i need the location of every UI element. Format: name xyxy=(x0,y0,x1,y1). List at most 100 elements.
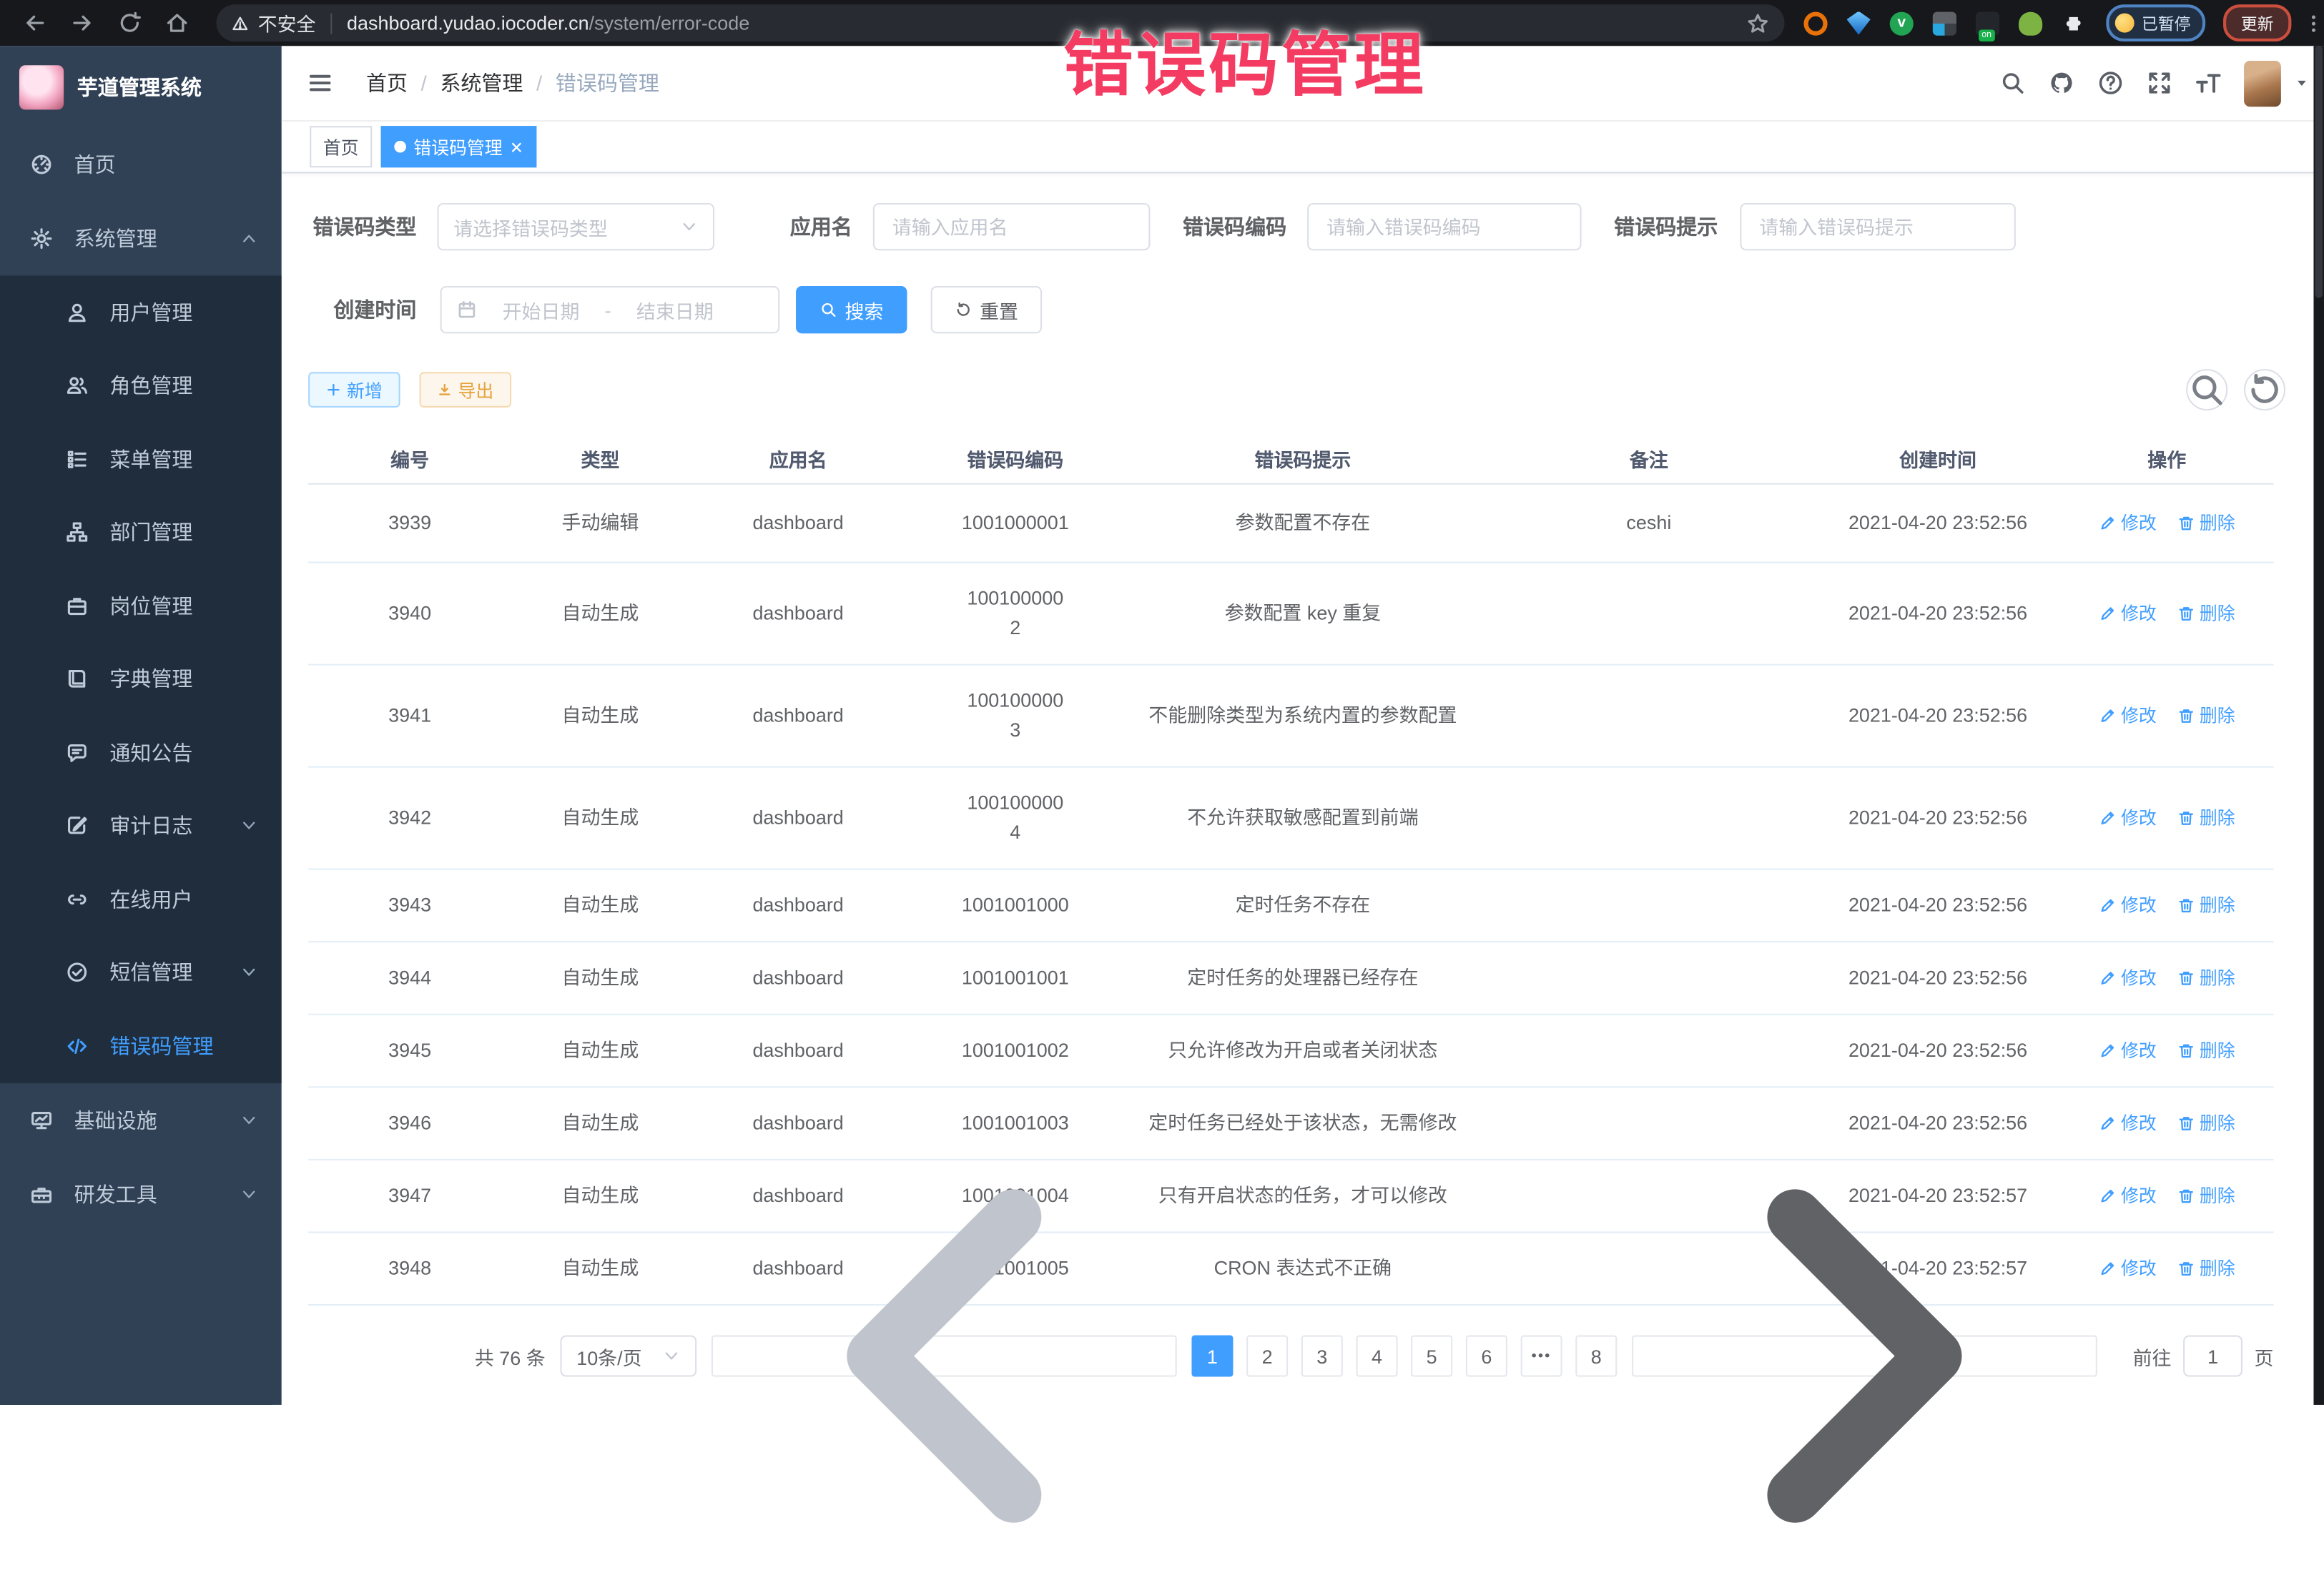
page-button-4[interactable]: 4 xyxy=(1356,1336,1397,1377)
page-button-1[interactable]: 1 xyxy=(1191,1336,1233,1377)
edit-button[interactable]: 修改 xyxy=(2099,1181,2157,1210)
tag-home[interactable]: 首页 xyxy=(310,126,372,167)
delete-button[interactable]: 删除 xyxy=(2177,1181,2235,1210)
sidebar-item-label: 字典管理 xyxy=(109,664,192,694)
page-size-select[interactable]: 10条/页 xyxy=(560,1336,696,1377)
sidebar-item-departments[interactable]: 部门管理 xyxy=(0,495,282,569)
edit-button[interactable]: 修改 xyxy=(2099,701,2157,730)
sidebar-logo-row[interactable]: 芋道管理系统 xyxy=(0,46,282,127)
edit-button[interactable]: 修改 xyxy=(2099,963,2157,992)
refresh-table-button[interactable] xyxy=(2244,369,2285,410)
sidebar-item-menus[interactable]: 菜单管理 xyxy=(0,423,282,496)
export-button[interactable]: 导出 xyxy=(420,372,512,408)
tag-error-code[interactable]: 错误码管理 xyxy=(381,126,537,167)
browser-update-button[interactable]: 更新 xyxy=(2223,4,2291,41)
cell-error-hint: 定时任务已经处于该状态，无需修改 xyxy=(1123,1108,1482,1138)
delete-button[interactable]: 删除 xyxy=(2177,891,2235,920)
extension-icon[interactable]: v xyxy=(1890,11,1914,35)
extension-icon[interactable]: on xyxy=(1976,11,1999,35)
user-avatar[interactable] xyxy=(2244,60,2281,106)
app-name-input[interactable] xyxy=(890,214,1134,240)
delete-button[interactable]: 删除 xyxy=(2177,701,2235,730)
edit-button[interactable]: 修改 xyxy=(2099,891,2157,920)
goto-page-input[interactable] xyxy=(2183,1336,2242,1377)
delete-button[interactable]: 删除 xyxy=(2177,1108,2235,1138)
delete-button[interactable]: 删除 xyxy=(2177,508,2235,538)
sidebar-item-sms[interactable]: 短信管理 xyxy=(0,936,282,1010)
delete-button[interactable]: 删除 xyxy=(2177,1036,2235,1065)
page-button-8[interactable]: 8 xyxy=(1575,1336,1617,1377)
sidebar-item-online-users[interactable]: 在线用户 xyxy=(0,862,282,936)
security-chip[interactable]: 不安全 xyxy=(231,9,315,36)
edit-button[interactable]: 修改 xyxy=(2099,598,2157,628)
add-button[interactable]: 新增 xyxy=(308,372,400,408)
delete-button[interactable]: 删除 xyxy=(2177,1254,2235,1283)
edit-button[interactable]: 修改 xyxy=(2099,508,2157,538)
sidebar-item-positions[interactable]: 岗位管理 xyxy=(0,569,282,643)
date-range-picker[interactable]: 开始日期 - 结束日期 xyxy=(440,286,780,333)
extension-icon[interactable] xyxy=(1933,11,1956,35)
sidebar-item-infrastructure[interactable]: 基础设施 xyxy=(0,1083,282,1157)
delete-button[interactable]: 删除 xyxy=(2177,963,2235,992)
browser-home-icon[interactable] xyxy=(164,11,189,36)
extensions-puzzle-icon[interactable] xyxy=(2062,11,2085,35)
error-code-input[interactable] xyxy=(1324,214,1565,240)
browser-reload-icon[interactable] xyxy=(117,11,142,36)
extension-icon[interactable] xyxy=(1803,11,1827,35)
toggle-search-button[interactable] xyxy=(2186,369,2227,410)
sidebar-item-error-codes[interactable]: 错误码管理 xyxy=(0,1010,282,1083)
sidebar-item-audit-log[interactable]: 审计日志 xyxy=(0,789,282,863)
sidebar-item-label: 角色管理 xyxy=(109,371,192,400)
page-button-5[interactable]: 5 xyxy=(1411,1336,1452,1377)
cell-id: 3943 xyxy=(308,891,511,920)
github-icon[interactable] xyxy=(2048,69,2074,96)
sidebar-item-system[interactable]: 系统管理 xyxy=(0,202,282,276)
breadcrumb-system[interactable]: 系统管理 xyxy=(440,68,523,97)
sidebar-item-dictionary[interactable]: 字典管理 xyxy=(0,643,282,716)
close-icon[interactable] xyxy=(510,140,523,154)
browser-menu-icon[interactable] xyxy=(2303,11,2324,35)
error-hint-input[interactable] xyxy=(1756,214,1999,240)
next-page-button[interactable] xyxy=(1632,1336,2097,1377)
delete-icon xyxy=(2177,605,2195,623)
sidebar-item-home[interactable]: 首页 xyxy=(0,127,282,202)
sidebar-item-announcements[interactable]: 通知公告 xyxy=(0,716,282,789)
sidebar-collapse-icon[interactable] xyxy=(307,69,333,96)
prev-page-button[interactable] xyxy=(712,1336,1177,1377)
search-button[interactable]: 搜索 xyxy=(796,286,907,333)
paused-extension-badge[interactable]: 已暂停 xyxy=(2106,4,2205,41)
sidebar-item-roles[interactable]: 角色管理 xyxy=(0,349,282,423)
extension-icon[interactable] xyxy=(2019,11,2042,35)
header-search-icon[interactable] xyxy=(1999,69,2026,96)
font-size-icon[interactable] xyxy=(2195,69,2222,96)
cell-id: 3947 xyxy=(308,1181,511,1210)
page-button-2[interactable]: 2 xyxy=(1246,1336,1288,1377)
edit-button[interactable]: 修改 xyxy=(2099,1036,2157,1065)
sidebar-item-users[interactable]: 用户管理 xyxy=(0,276,282,350)
delete-button[interactable]: 删除 xyxy=(2177,598,2235,628)
more-pages-button[interactable]: ••• xyxy=(1521,1336,1562,1377)
reset-button[interactable]: 重置 xyxy=(931,286,1042,333)
edit-button[interactable]: 修改 xyxy=(2099,1254,2157,1283)
address-bar[interactable]: 不安全 dashboard.yudao.iocoder.cn/system/er… xyxy=(217,4,1785,41)
delete-label: 删除 xyxy=(2200,1181,2235,1210)
breadcrumb-home[interactable]: 首页 xyxy=(366,68,408,97)
scrollbar-thumb[interactable] xyxy=(2315,46,2323,297)
refresh-icon xyxy=(2245,370,2284,409)
avatar-caret-icon[interactable] xyxy=(2295,76,2310,91)
fullscreen-icon[interactable] xyxy=(2146,69,2172,96)
delete-button[interactable]: 删除 xyxy=(2177,803,2235,832)
extension-icon[interactable] xyxy=(1847,11,1871,35)
page-button-6[interactable]: 6 xyxy=(1466,1336,1507,1377)
page-button-3[interactable]: 3 xyxy=(1301,1336,1343,1377)
chevron-left-icon xyxy=(722,1134,1166,1578)
help-icon[interactable] xyxy=(2097,69,2124,96)
sidebar-item-devtools[interactable]: 研发工具 xyxy=(0,1157,282,1231)
edit-button[interactable]: 修改 xyxy=(2099,803,2157,832)
browser-back-icon[interactable] xyxy=(22,11,47,36)
browser-scrollbar[interactable] xyxy=(2313,46,2324,1405)
bookmark-star-icon[interactable] xyxy=(1746,11,1770,35)
browser-forward-icon[interactable] xyxy=(69,11,94,36)
error-type-select[interactable]: 请选择错误码类型 xyxy=(437,203,714,250)
edit-button[interactable]: 修改 xyxy=(2099,1108,2157,1138)
